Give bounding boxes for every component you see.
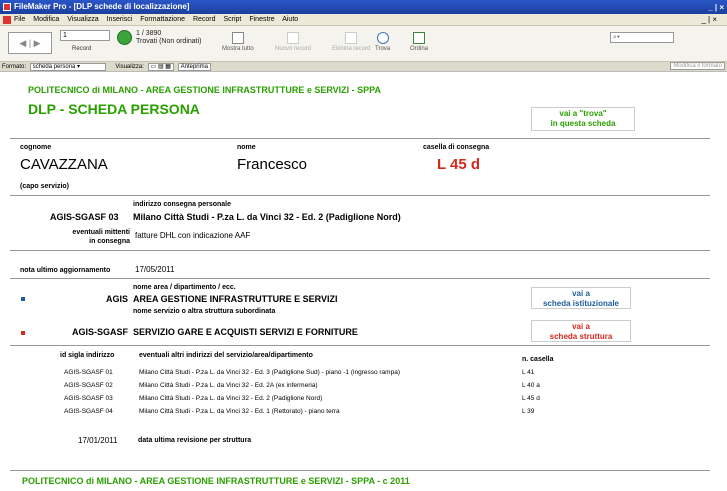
divider xyxy=(10,250,710,251)
delivery-box-value[interactable]: L 45 d xyxy=(437,156,480,173)
preview-button[interactable]: Anteprima xyxy=(177,63,211,71)
layout-bar: Formato: scheda persona ▾ Visualizza: ▭ … xyxy=(0,62,727,72)
window-controls[interactable]: _ | × xyxy=(708,1,724,15)
found-status: 1 / 3890 Trovati (Non ordinati) xyxy=(136,30,202,46)
senders-value[interactable]: fatture DHL con indicazione AAF xyxy=(135,231,250,240)
magnifier-icon xyxy=(376,32,389,44)
area-code: AGIS xyxy=(105,294,128,304)
red-marker-icon xyxy=(21,331,25,335)
show-all-icon xyxy=(231,32,244,44)
menu-visualizza[interactable]: Visualizza xyxy=(67,16,98,23)
row-id: AGIS-SGASF 02 xyxy=(64,382,113,389)
divider xyxy=(10,278,710,279)
filemaker-app-icon xyxy=(3,3,11,11)
area-label: nome area / dipartimento / ecc. xyxy=(133,284,236,291)
modify-layout-button[interactable]: Modifica il formato xyxy=(670,62,725,70)
next-record-icon[interactable]: ▶ xyxy=(34,38,41,48)
menu-script[interactable]: Script xyxy=(223,16,241,23)
role-value: (capo servizio) xyxy=(20,183,70,190)
quick-find-field[interactable]: ⌕▾ xyxy=(610,32,674,43)
record-book-navigator[interactable]: ◀ | ▶ xyxy=(8,32,52,54)
surname-value[interactable]: CAVAZZANA xyxy=(20,156,108,173)
document-icon xyxy=(3,16,11,24)
delete-record-icon xyxy=(345,32,358,44)
other-addresses-header: eventuali altri indirizzi del servizio/a… xyxy=(139,352,313,359)
menu-inserisci[interactable]: Inserisci xyxy=(107,16,133,23)
address-code: AGIS-SGASF 03 xyxy=(50,212,119,222)
row-box: L 39 xyxy=(522,408,535,415)
revision-date[interactable]: 17/01/2011 xyxy=(78,436,117,445)
divider xyxy=(10,138,710,139)
divider xyxy=(10,345,710,346)
last-update-label: nota ultimo aggiornamento xyxy=(20,267,111,274)
revision-label: data ultima revisione per struttura xyxy=(138,437,252,444)
go-to-institutional-card-button[interactable]: vai a scheda istituzionale xyxy=(531,287,631,309)
row-box: L 45 d xyxy=(522,395,540,402)
window-title: FileMaker Pro - [DLP schede di localizza… xyxy=(14,2,190,11)
menu-formattazione[interactable]: Formattazione xyxy=(140,16,185,23)
box-column-header: n. casella xyxy=(522,356,554,363)
last-update-value[interactable]: 17/05/2011 xyxy=(135,265,174,274)
row-box: L 40 a xyxy=(522,382,540,389)
blue-marker-icon xyxy=(21,297,25,301)
document-window-controls[interactable]: _ | × xyxy=(701,14,717,26)
senders-label: eventuali mittenti in consegna xyxy=(72,229,130,245)
service-code: AGIS-SGASF xyxy=(71,327,128,337)
menu-file[interactable]: File xyxy=(14,16,25,23)
row-address: Milano Città Studi - P.za L. da Vinci 32… xyxy=(139,395,323,402)
window-titlebar: FileMaker Pro - [DLP schede di localizza… xyxy=(0,0,727,14)
row-address: Milano Città Studi - P.za L. da Vinci 32… xyxy=(139,382,318,389)
delivery-box-label: casella di consegna xyxy=(423,144,490,151)
row-address: Milano Città Studi - P.za L. da Vinci 32… xyxy=(139,369,400,376)
sort-button[interactable]: Ordina xyxy=(410,32,428,52)
search-icon: ⌕▾ xyxy=(613,34,620,41)
sort-icon xyxy=(413,32,425,44)
menu-aiuto[interactable]: Aiuto xyxy=(282,16,298,23)
prev-record-icon[interactable]: ◀ xyxy=(19,38,26,48)
menu-finestre[interactable]: Finestre xyxy=(249,16,274,23)
address-value[interactable]: Milano Città Studi - P.za L. da Vinci 32… xyxy=(133,212,401,222)
surname-label: cognome xyxy=(20,144,52,151)
menu-modifica[interactable]: Modifica xyxy=(33,16,59,23)
row-id: AGIS-SGASF 04 xyxy=(64,408,113,415)
row-id: AGIS-SGASF 03 xyxy=(64,395,113,402)
found-count: 1 / 3890 xyxy=(136,30,162,37)
current-record-field[interactable]: 1 xyxy=(60,30,110,41)
footer-text: POLITECNICO di MILANO - AREA GESTIONE IN… xyxy=(22,476,410,486)
status-toolbar: ◀ | ▶ 1 Record 1 / 3890 Trovati (Non ord… xyxy=(0,26,727,62)
service-name[interactable]: SERVIZIO GARE E ACQUISTI SERVIZI E FORNI… xyxy=(133,327,358,337)
format-label: Formato: xyxy=(2,64,27,70)
name-value[interactable]: Francesco xyxy=(237,156,307,173)
page-title: DLP - SCHEDA PERSONA xyxy=(28,101,200,117)
go-to-structure-card-button[interactable]: vai a scheda struttura xyxy=(531,320,631,342)
go-to-find-button[interactable]: vai a "trova" in questa scheda xyxy=(531,107,635,131)
show-all-button[interactable]: Mostra tutto xyxy=(222,32,254,52)
delete-record-button[interactable]: Elimina record xyxy=(332,32,370,52)
area-name[interactable]: AREA GESTIONE INFRASTRUTTURE E SERVIZI xyxy=(133,294,338,304)
layout-content: POLITECNICO di MILANO - AREA GESTIONE IN… xyxy=(0,73,727,491)
name-label: nome xyxy=(237,144,256,151)
id-column-header: id sigla indirizzo xyxy=(60,352,115,359)
row-id: AGIS-SGASF 01 xyxy=(64,369,113,376)
view-as-buttons[interactable]: ▭ ▤ ▦ xyxy=(147,63,174,71)
record-label: Record xyxy=(72,46,92,52)
organization-header: POLITECNICO di MILANO - AREA GESTIONE IN… xyxy=(28,85,382,95)
divider xyxy=(10,195,710,196)
row-address: Milano Città Studi - P.za L. da Vinci 32… xyxy=(139,408,340,415)
new-record-button[interactable]: Nuovo record xyxy=(275,32,311,52)
new-record-icon xyxy=(287,32,300,44)
found-set-pie-icon xyxy=(117,30,132,45)
menubar: File Modifica Visualizza Inserisci Forma… xyxy=(0,14,727,26)
view-label: Visualizza: xyxy=(115,64,144,70)
personal-address-label: indirizzo consegna personale xyxy=(133,201,232,208)
menu-record[interactable]: Record xyxy=(193,16,216,23)
row-box: L 41 xyxy=(522,369,535,376)
layout-select[interactable]: scheda persona ▾ xyxy=(29,63,106,71)
service-label: nome servizio o altra struttura subordin… xyxy=(133,308,276,315)
found-sort-status: Trovati (Non ordinati) xyxy=(136,38,202,45)
divider xyxy=(10,470,710,471)
find-button[interactable]: Trova xyxy=(375,32,390,52)
